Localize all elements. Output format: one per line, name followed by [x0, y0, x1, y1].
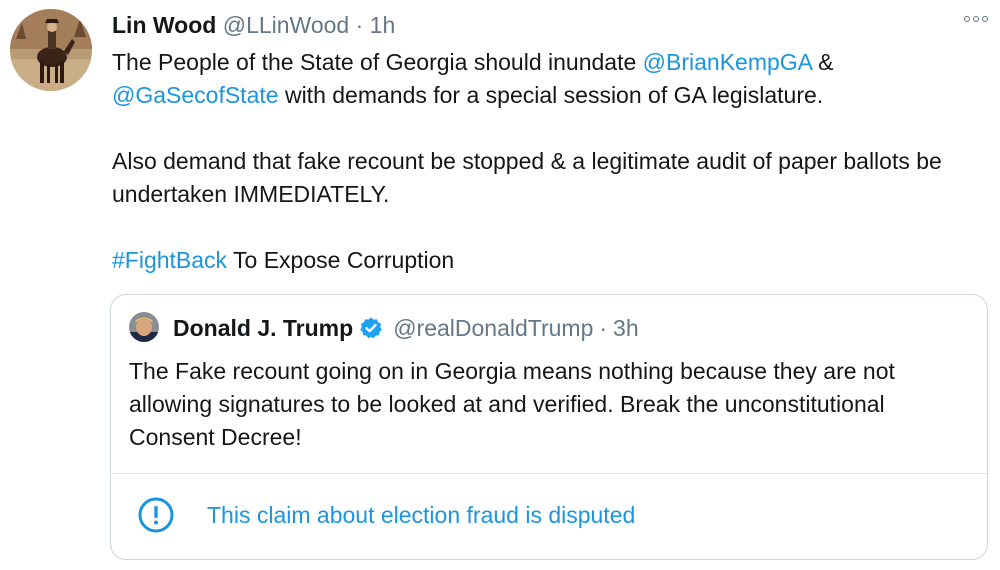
more-options-icon[interactable]: [964, 16, 988, 22]
disputed-claim-label[interactable]: This claim about election fraud is dispu…: [207, 495, 635, 535]
header-separator: ·: [355, 12, 364, 38]
tweet: Lin Wood @LLinWood · 1h The People of th…: [0, 0, 1000, 570]
tweet-paragraph-2: Also demand that fake recount be stopped…: [112, 148, 942, 207]
quoted-tweet-divider: [111, 473, 987, 474]
tweet-paragraph-1: The People of the State of Georgia shoul…: [112, 46, 972, 112]
quoted-tweet[interactable]: Donald J. Trump @realDonaldTrump · 3h Th…: [110, 294, 988, 560]
exclamation-circle-icon: [138, 497, 174, 533]
quoted-author-avatar[interactable]: [129, 312, 159, 342]
verified-badge-icon: [360, 317, 382, 339]
quoted-tweet-text: The Fake recount going on in Georgia mea…: [129, 358, 895, 450]
tweet-text: with demands for a special session of GA…: [278, 82, 824, 108]
tweet-header: Lin Wood @LLinWood · 1h: [112, 10, 395, 40]
tweet-timestamp[interactable]: 1h: [370, 12, 396, 38]
quoted-tweet-timestamp[interactable]: 3h: [613, 313, 639, 343]
tweet-paragraph-3: #FightBack To Expose Corruption: [112, 244, 972, 277]
author-avatar[interactable]: [10, 9, 92, 91]
disputed-claim-notice[interactable]: This claim about election fraud is dispu…: [137, 495, 635, 535]
author-handle[interactable]: @LLinWood: [223, 12, 350, 38]
mention-link-briankempga[interactable]: @BrianKempGA: [643, 49, 812, 75]
quoted-author-handle[interactable]: @realDonaldTrump: [393, 313, 593, 343]
horse-rider-avatar-icon: [10, 9, 92, 91]
quoted-header-separator: ·: [599, 315, 608, 341]
quoted-tweet-header: Donald J. Trump @realDonaldTrump · 3h: [173, 313, 639, 343]
tweet-text: &: [811, 49, 834, 75]
portrait-avatar-icon: [129, 312, 159, 342]
author-display-name[interactable]: Lin Wood: [112, 12, 216, 38]
mention-link-gasecofstate[interactable]: @GaSecofState: [112, 82, 279, 108]
hashtag-link-fightback[interactable]: #FightBack: [112, 247, 227, 273]
tweet-text: The People of the State of Georgia shoul…: [112, 49, 643, 75]
tweet-body: The People of the State of Georgia shoul…: [112, 46, 972, 277]
tweet-text: To Expose Corruption: [227, 247, 455, 273]
quoted-author-display-name[interactable]: Donald J. Trump: [173, 313, 353, 343]
